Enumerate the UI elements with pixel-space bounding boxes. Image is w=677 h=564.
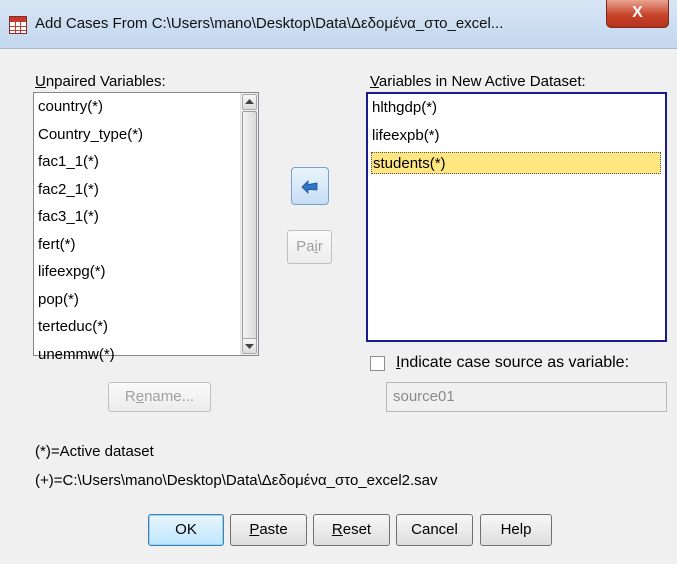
list-item[interactable]: fac2_1(*) [38, 179, 99, 201]
title-bar: Add Cases From C:\Users\mano\Desktop\Dat… [0, 0, 677, 49]
new-dataset-label: Variables in New Active Dataset: [370, 73, 586, 90]
list-item[interactable]: lifeexpg(*) [38, 261, 106, 283]
scroll-up-button[interactable] [242, 94, 257, 110]
pair-button-label: Pair [296, 238, 323, 255]
pair-button[interactable]: Pair [287, 230, 332, 264]
indicate-source-label: Indicate case source as variable: [396, 354, 630, 371]
list-item[interactable]: terteduc(*) [38, 316, 108, 338]
close-icon: X [632, 4, 643, 21]
ok-button[interactable]: OK [148, 514, 224, 546]
list-item[interactable]: hlthgdp(*) [372, 97, 437, 119]
list-item[interactable]: lifeexpb(*) [372, 125, 440, 147]
list-item[interactable]: fac3_1(*) [38, 206, 99, 228]
unpaired-variables-list[interactable]: country(*) Country_type(*) fac1_1(*) fac2_1… [33, 92, 259, 363]
active-dataset-legend: (*)=Active dataset [35, 443, 154, 460]
new-dataset-variables-list[interactable]: hlthgdp(*) lifeexpb(*) students(*) [366, 92, 667, 342]
indicate-source-checkbox[interactable] [370, 356, 385, 371]
paste-button[interactable]: Paste [230, 514, 307, 546]
scroll-down-button[interactable] [242, 338, 257, 354]
help-button-label: Help [500, 521, 532, 538]
reset-button-label: Reset [331, 521, 372, 538]
list-item[interactable]: pop(*) [38, 289, 79, 311]
cancel-button[interactable]: Cancel [396, 514, 473, 546]
list-item-selected[interactable]: students(*) [371, 152, 661, 174]
unpaired-variables-label: Unpaired Variables: [35, 73, 166, 90]
list-item[interactable]: fert(*) [38, 234, 76, 256]
reset-button[interactable]: Reset [313, 514, 390, 546]
spss-data-icon [9, 16, 27, 34]
rename-button[interactable]: Rename... [108, 382, 211, 412]
scroll-thumb[interactable] [242, 111, 257, 341]
paste-button-label: Paste [249, 521, 288, 538]
source-variable-field[interactable]: source01 [386, 382, 667, 412]
help-button[interactable]: Help [480, 514, 552, 546]
list-item[interactable]: unemmw(*) [38, 344, 115, 366]
unpaired-scrollbar[interactable] [240, 93, 258, 355]
list-item[interactable]: fac1_1(*) [38, 151, 99, 173]
arrow-left-icon [301, 180, 318, 194]
ok-button-label: OK [175, 521, 197, 538]
other-dataset-legend: (+)=C:\Users\mano\Desktop\Data\Δεδομένα_… [35, 472, 438, 489]
scroll-down-icon [245, 344, 254, 349]
window-title: Add Cases From C:\Users\mano\Desktop\Dat… [35, 15, 504, 32]
scroll-up-icon [245, 99, 254, 104]
list-item[interactable]: country(*) [38, 96, 103, 118]
close-button[interactable]: X [606, 0, 669, 28]
list-item[interactable]: Country_type(*) [38, 124, 143, 146]
cancel-button-label: Cancel [411, 521, 458, 538]
rename-button-label: Rename... [124, 388, 195, 405]
move-left-button[interactable] [291, 167, 329, 205]
add-cases-dialog: Add Cases From C:\Users\mano\Desktop\Dat… [0, 0, 677, 564]
